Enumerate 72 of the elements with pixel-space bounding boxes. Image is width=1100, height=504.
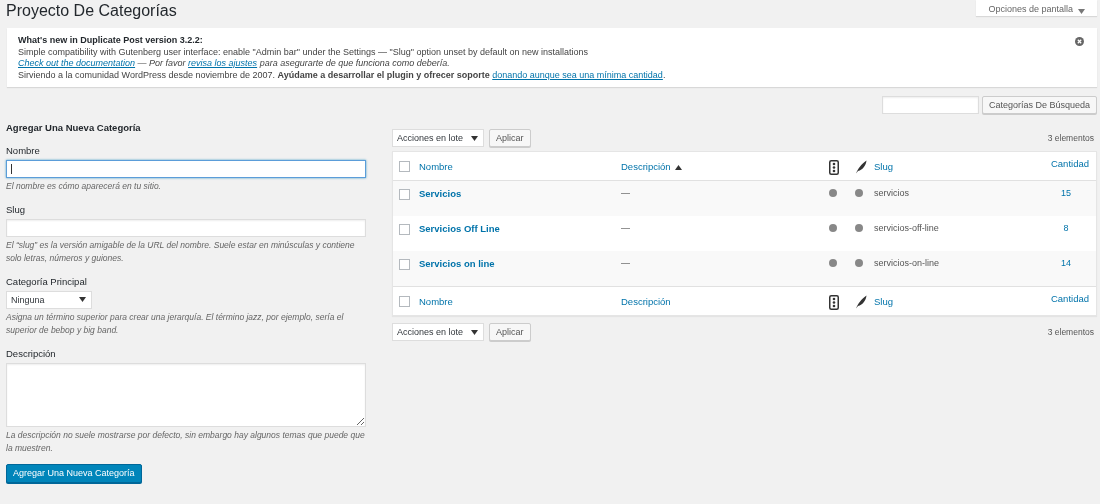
notice-text: para asegurarte de que funciona como debería. [258,58,450,68]
notice-text: Simple compatibility with Gutenberg user interface: enable "Admin bar" under the Settings — "Slug" option unset by default on new installations [18,46,589,58]
apply-button[interactable]: Aplicar [489,129,531,147]
field-hint: El “slug” es la versión amigable de la URL del nombre. Suele estar en minúsculas y contiene solo letras, números y guiones. [6,238,356,265]
bulk-actions-dropdown[interactable]: Acciones en lote [392,129,485,147]
slug-column-header[interactable]: Slug [874,295,893,307]
status-dot-icon [855,259,863,267]
notice-link[interactable]: Check out the documentation [18,58,136,68]
page-title: Proyecto De Categorías [6,2,177,20]
count-column-header[interactable]: Cantidad [1050,292,1089,304]
notice-link[interactable]: revisa los ajustes [188,58,258,68]
description-column-header[interactable]: Descripción [621,160,682,172]
item-count: 3 elementos [1047,133,1094,143]
name-field[interactable] [6,160,366,178]
description-column-header[interactable]: Descripción [621,295,671,307]
bulk-actions-dropdown[interactable]: Acciones en lote [392,323,485,341]
caret-icon [1078,9,1085,14]
category-name-link[interactable]: Servicios [419,188,621,199]
caret-icon [79,297,86,302]
table-cell-text: servicios [874,188,910,198]
caret-icon [471,329,479,335]
table-cell-text: servicios-on-line [874,258,941,268]
select-all-checkbox[interactable] [399,296,410,307]
status-dot-icon [855,224,863,232]
notice-heading: What's new in Duplicate Post version 3.2.2: [18,35,203,47]
field-label: Categoría Principal [6,275,88,287]
table-cell-text: — [621,223,631,233]
name-column-header[interactable]: Nombre [419,295,453,307]
item-count: 3 elementos [1047,327,1094,337]
post-count-link[interactable]: 14 [1061,258,1071,268]
form-heading: Agregar Una Nueva Categoría [6,122,142,133]
field-label: Descripción [6,347,57,359]
apply-button[interactable]: Aplicar [489,323,531,341]
description-field[interactable] [6,362,366,427]
notice-text: Sirviendo a la comunidad WordPress desde noviembre de 2007. Ayúdame a desarrollar el plugin y ofrecer soporte donando aunque sea una mínima cantidad. [18,69,666,81]
field-hint: El nombre es cómo aparecerá en tu sitio. [6,180,162,193]
category-name-link[interactable]: Servicios on line [419,258,621,269]
field-label: Slug [6,203,26,215]
row-checkbox[interactable] [399,189,410,200]
status-dot-icon [855,189,863,197]
status-dot-icon [829,259,837,267]
count-column-header[interactable]: Cantidad [1050,157,1089,169]
name-column-header[interactable]: Nombre [419,160,453,172]
field-hint: La descripción no suele mostrarse por defecto, sin embargo hay algunos temas que puede que la muestren. [6,428,366,455]
status-dot-icon [829,189,837,197]
traffic-light-icon [829,160,839,175]
screen-options-button[interactable]: Opciones de pantalla [976,0,1097,16]
row-checkbox[interactable] [399,259,410,270]
search-field[interactable] [881,96,979,114]
row-checkbox[interactable] [399,224,410,235]
table-cell-text: servicios-off-line [874,223,940,233]
search-button[interactable]: Categorías De Búsqueda [981,96,1097,114]
category-name-link[interactable]: Servicios Off Line [419,223,621,234]
post-count-link[interactable]: 8 [1063,223,1069,233]
notice-text: — Por favor [136,58,187,68]
status-dot-icon [829,224,837,232]
field-hint: Asigna un término superior para crear una jerarquía. El término jazz, por ejemplo, sería el superior de bebop y big band. [6,310,345,337]
add-category-button[interactable]: Agregar Una Nueva Categoría [6,463,142,483]
select-all-checkbox[interactable] [399,161,410,172]
feather-icon [855,295,867,309]
donate-link[interactable]: donando aunque sea una mínima cantidad [492,69,663,80]
field-label: Nombre [6,145,41,156]
table-cell-text: — [621,188,631,198]
parent-category-dropdown[interactable]: Ninguna [6,290,92,309]
post-count-link[interactable]: 15 [1061,188,1071,198]
close-icon[interactable] [1075,37,1084,46]
slug-column-header[interactable]: Slug [874,160,893,172]
slug-field[interactable] [6,218,366,237]
caret-icon [471,135,479,141]
feather-icon [855,160,867,174]
traffic-light-icon [829,295,839,310]
table-cell-text: — [621,258,631,268]
